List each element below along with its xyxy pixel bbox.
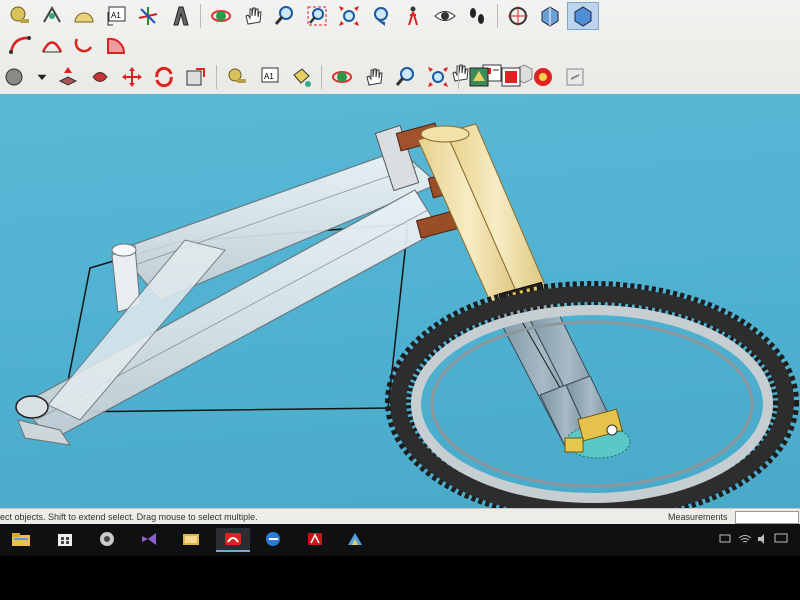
dropdown-arrow-icon[interactable] [33,64,51,90]
toolbar-separator [321,65,322,89]
follow-me-icon[interactable] [85,64,115,90]
orbit-tool-icon-2[interactable] [327,64,357,90]
rotate-tool-icon[interactable] [149,64,179,90]
3-point-arc-icon[interactable] [69,32,99,58]
pan-hand-icon-3[interactable] [359,64,389,90]
text-tool-icon[interactable]: A1 [101,3,131,29]
steam-icon[interactable] [90,528,124,550]
volume-tray-icon[interactable] [756,532,770,544]
measurements-input[interactable] [735,511,799,524]
tape-measure-tool-icon[interactable] [5,3,35,29]
position-camera-icon[interactable] [503,3,533,29]
zoom-extents-icon-2[interactable] [423,64,453,90]
tape-measure-icon-2[interactable] [222,64,252,90]
pie-tool-icon[interactable] [101,32,131,58]
move-tool-icon[interactable] [117,64,147,90]
monitor-bezel [0,556,800,600]
acrobat-icon[interactable] [298,528,332,550]
text-label-tool-label: A1 [264,72,274,81]
bike-model-drawing [15,122,799,508]
orbit-tool-icon[interactable] [206,3,236,29]
share-model-icon[interactable] [528,64,558,90]
photos-icon[interactable] [174,528,208,550]
look-around-eye-icon[interactable] [430,3,460,29]
visual-studio-icon[interactable] [132,528,166,550]
push-pull-icon[interactable] [53,64,83,90]
display-section-icon[interactable] [567,2,599,30]
axes-tool-icon[interactable] [133,3,163,29]
bottom-bracket [15,395,49,419]
arc-tool-icon[interactable] [5,32,35,58]
toolbar-row-3: A1 [0,64,591,90]
pan-hand-icon[interactable] [238,3,268,29]
text-tool-label: A1 [111,11,121,20]
extension-warehouse-icon[interactable] [496,64,526,90]
sketchup-taskbar-icon[interactable] [216,528,250,552]
status-hint-text: ect objects. Shift to extend select. Dra… [0,512,258,522]
paint-bucket-icon-2[interactable] [286,64,316,90]
previous-view-icon[interactable] [366,3,396,29]
footprints-icon[interactable] [462,3,492,29]
toolbar-row-2 [4,32,132,58]
section-plane-icon[interactable] [535,3,565,29]
scale-tool-icon[interactable] [181,64,211,90]
toolbar-row-1: A1 [4,2,600,30]
text-label-icon[interactable]: A1 [254,64,284,90]
wifi-tray-icon[interactable] [738,532,752,544]
measurements-label: Measurements [668,512,728,522]
store-icon[interactable] [48,528,82,550]
2-point-arc-icon[interactable] [37,32,67,58]
send-to-layout-icon[interactable] [560,64,590,90]
status-bar: ect objects. Shift to extend select. Dra… [0,508,800,525]
zoom-tool-icon[interactable] [270,3,300,29]
layout-icon[interactable] [338,528,372,550]
toolbar-separator [200,4,201,28]
walk-tool-icon[interactable] [398,3,428,29]
network-tray-icon[interactable] [718,532,732,544]
file-explorer-icon[interactable] [4,528,38,550]
toolbar-separator [497,4,498,28]
zoom-extents-icon[interactable] [334,3,364,29]
3d-text-tool-icon[interactable] [165,3,195,29]
toolbar-separator [458,65,459,89]
chat-tray-icon[interactable] [774,532,788,544]
paint-bucket-icon[interactable] [1,64,31,90]
edge-icon[interactable] [256,528,290,550]
protractor-tool-icon[interactable] [69,3,99,29]
zoom-tool-icon-2[interactable] [391,64,421,90]
3d-model-viewport[interactable] [0,94,800,508]
zoom-window-icon[interactable] [302,3,332,29]
toolbar-separator [216,65,217,89]
3d-warehouse-icon[interactable] [464,64,494,90]
protractor-axis-icon[interactable] [37,3,67,29]
